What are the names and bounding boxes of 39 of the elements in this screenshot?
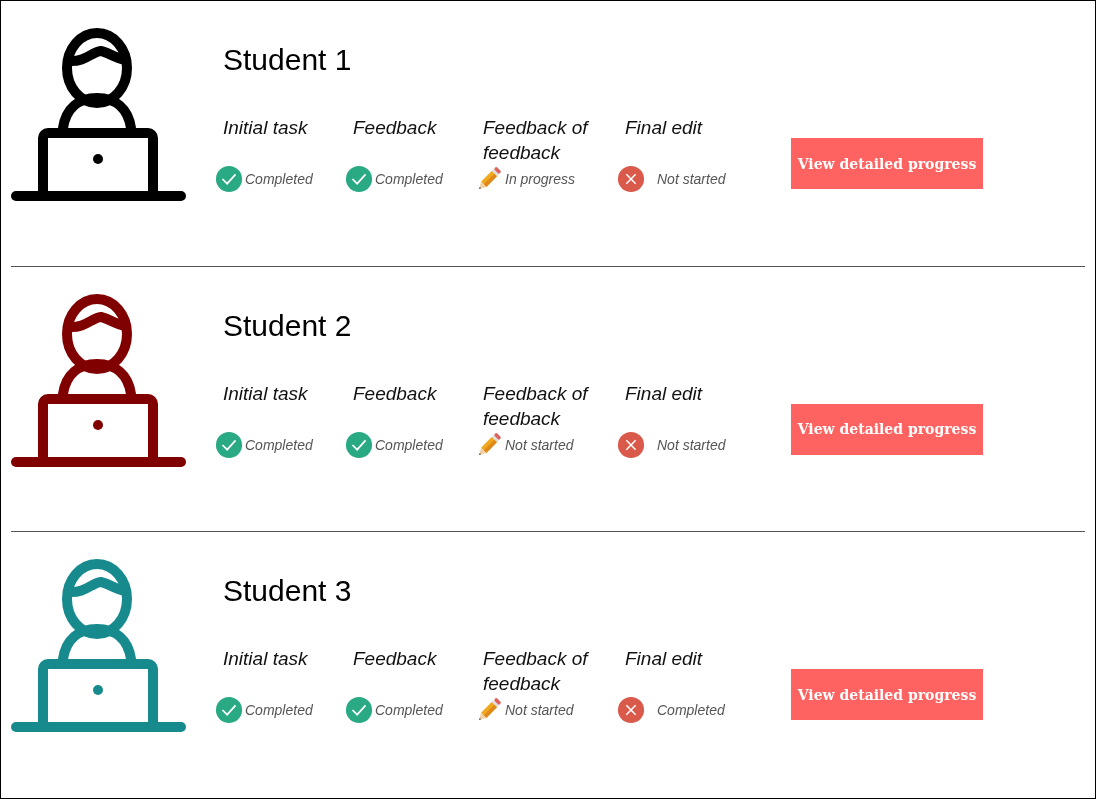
- cross-icon: [617, 165, 645, 193]
- task-label: Initial task: [223, 381, 309, 406]
- checkmark-icon: [215, 165, 243, 193]
- task-status: Completed: [245, 702, 313, 719]
- task-status: Completed: [657, 702, 725, 719]
- task-label: Feedback: [353, 647, 438, 672]
- task-label: Final edit: [625, 381, 704, 406]
- task-label: Initial task: [223, 647, 309, 672]
- task-status: Not started: [657, 436, 726, 453]
- cross-icon: [617, 430, 645, 459]
- checkmark-icon: [215, 430, 243, 459]
- cross-icon: [617, 696, 645, 725]
- task-status: Completed: [245, 436, 313, 453]
- student-name: Student 2: [223, 308, 353, 344]
- task-label: Final edit: [625, 116, 704, 140]
- checkmark-icon: [345, 165, 373, 193]
- checkmark-icon: [345, 696, 373, 725]
- task-status: Completed: [245, 171, 313, 187]
- task-status: Completed: [375, 171, 443, 187]
- task-label: Final edit: [625, 647, 704, 672]
- view-progress-button[interactable]: View detailed progress: [791, 403, 983, 455]
- task-status: In progress: [505, 171, 576, 187]
- student-name: Student 1: [223, 43, 353, 78]
- task-label: Feedback of feedback: [483, 116, 590, 165]
- task-label: Feedback: [353, 116, 438, 140]
- task-label: Feedback: [353, 381, 438, 406]
- task-status: Not started: [657, 171, 726, 187]
- view-progress-button[interactable]: View detailed progress: [791, 138, 983, 189]
- task-status: Completed: [375, 702, 443, 719]
- view-progress-button[interactable]: View detailed progress: [791, 669, 983, 721]
- student-name: Student 3: [223, 574, 353, 610]
- task-label: Feedback of feedback: [483, 647, 590, 697]
- task-status: Not started: [505, 436, 574, 453]
- checkmark-icon: [215, 696, 243, 725]
- task-status: Completed: [375, 436, 443, 453]
- checkmark-icon: [345, 430, 373, 459]
- task-status: Not started: [505, 702, 574, 719]
- task-label: Feedback of feedback: [483, 381, 590, 431]
- task-label: Initial task: [223, 116, 309, 140]
